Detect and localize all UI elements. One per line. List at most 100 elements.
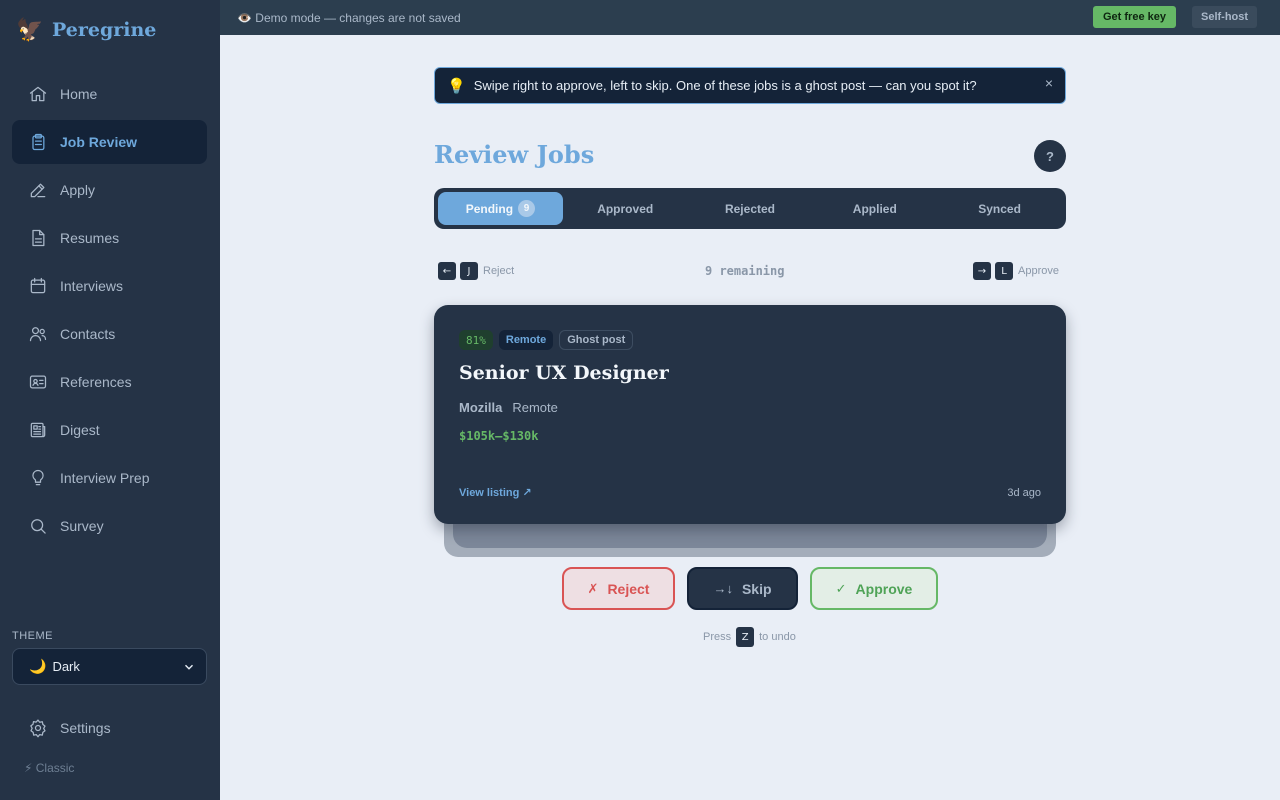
- job-card[interactable]: 81% Remote Ghost post Senior UX Designer…: [434, 305, 1066, 524]
- sidebar-item-label: Settings: [60, 720, 111, 736]
- sidebar-item-resumes[interactable]: Resumes: [12, 216, 207, 260]
- sidebar-item-label: Home: [60, 86, 98, 102]
- remaining-count: 9 remaining: [705, 264, 785, 278]
- chevron-down-icon: [182, 660, 196, 674]
- moon-icon: 🌙: [29, 658, 47, 674]
- sidebar-item-interview-prep[interactable]: Interview Prep: [12, 456, 207, 500]
- sidebar-item-label: Digest: [60, 422, 100, 438]
- check-icon: ✓: [835, 580, 847, 596]
- reject-button-label: Reject: [607, 580, 650, 597]
- tab-label: Applied: [852, 201, 897, 216]
- l-key: L: [995, 262, 1013, 280]
- lightbulb-icon: 💡: [447, 77, 466, 95]
- posted-time: 3d ago: [1007, 487, 1041, 499]
- tab-synced[interactable]: Synced: [937, 192, 1062, 225]
- sidebar-item-home[interactable]: Home: [12, 72, 207, 116]
- reject-button[interactable]: ✗ Reject: [562, 567, 675, 610]
- get-free-key-button[interactable]: Get free key: [1093, 6, 1176, 28]
- document-icon: [28, 228, 48, 248]
- job-location: Remote: [512, 400, 558, 415]
- sidebar-item-label: Job Review: [60, 134, 138, 150]
- demo-banner: 👁️ Demo mode — changes are not saved Get…: [220, 0, 1280, 35]
- page-title: Review Jobs: [434, 140, 595, 169]
- right-arrow-key: →: [973, 262, 991, 280]
- app-name: Peregrine: [52, 19, 157, 41]
- remote-badge: Remote: [498, 330, 554, 350]
- job-title: Senior UX Designer: [459, 362, 669, 384]
- classic-link[interactable]: ⚡ Classic: [24, 761, 74, 775]
- sidebar-item-label: Apply: [60, 182, 96, 198]
- pending-count-badge: 9: [518, 200, 536, 217]
- eagle-icon: 🦅: [16, 17, 44, 42]
- sidebar-item-apply[interactable]: Apply: [12, 168, 207, 212]
- theme-label: THEME: [12, 630, 53, 642]
- ghost-post-badge: Ghost post: [559, 330, 634, 350]
- users-icon: [28, 324, 48, 344]
- sidebar: 🦅 Peregrine Home Job Review Apply Resume…: [0, 0, 220, 800]
- reject-shortcut-label: Reject: [483, 265, 515, 277]
- tab-label: Rejected: [724, 201, 775, 216]
- sidebar-item-label: Survey: [60, 518, 104, 534]
- tab-label: Synced: [978, 201, 1021, 216]
- sidebar-nav: Home Job Review Apply Resumes Interviews…: [12, 72, 207, 552]
- job-meta: Mozilla Remote: [459, 400, 558, 415]
- pencil-icon: [28, 180, 48, 200]
- sidebar-item-references[interactable]: References: [12, 360, 207, 404]
- sidebar-item-label: Resumes: [60, 230, 120, 246]
- demo-mode-text: 👁️ Demo mode — changes are not saved: [237, 10, 461, 25]
- z-key: Z: [736, 627, 755, 647]
- sidebar-item-digest[interactable]: Digest: [12, 408, 207, 452]
- tab-approved[interactable]: Approved: [563, 192, 688, 225]
- tab-pending[interactable]: Pending 9: [438, 192, 563, 225]
- clipboard-icon: [28, 132, 48, 152]
- tab-label: Pending: [465, 201, 514, 216]
- sidebar-item-label: Interviews: [60, 278, 124, 294]
- search-icon: [28, 516, 48, 536]
- gear-icon: [28, 718, 48, 738]
- undo-prefix: Press: [703, 631, 732, 643]
- tab-applied[interactable]: Applied: [812, 192, 937, 225]
- undo-suffix: to undo: [759, 631, 796, 643]
- sidebar-item-contacts[interactable]: Contacts: [12, 312, 207, 356]
- sidebar-item-label: References: [60, 374, 132, 390]
- sidebar-item-settings[interactable]: Settings: [12, 706, 207, 750]
- help-button[interactable]: ?: [1034, 140, 1066, 172]
- job-salary: $105k–$130k: [459, 429, 539, 443]
- approve-shortcut-label: Approve: [1018, 265, 1059, 277]
- status-tabs: Pending 9 Approved Rejected Applied Sync…: [434, 188, 1066, 229]
- undo-hint: Press Z to undo: [703, 627, 796, 647]
- match-score-badge: 81%: [459, 330, 493, 350]
- approve-button[interactable]: ✓ Approve: [810, 567, 938, 610]
- home-icon: [28, 84, 48, 104]
- theme-select[interactable]: 🌙 Dark: [12, 648, 207, 685]
- close-icon[interactable]: ×: [1045, 75, 1053, 91]
- reject-shortcut-hint: ← J Reject: [438, 262, 514, 280]
- self-host-button[interactable]: Self-host: [1192, 6, 1258, 28]
- sidebar-item-interviews[interactable]: Interviews: [12, 264, 207, 308]
- x-icon: ✗: [587, 580, 599, 596]
- theme-value: Dark: [52, 659, 80, 674]
- tab-label: Approved: [597, 201, 654, 216]
- sidebar-item-survey[interactable]: Survey: [12, 504, 207, 548]
- hint-text: Swipe right to approve, left to skip. On…: [473, 78, 977, 93]
- job-company: Mozilla: [459, 400, 503, 415]
- job-badges: 81% Remote Ghost post: [459, 330, 639, 350]
- skip-arrow-icon: →↓: [713, 581, 733, 596]
- sidebar-item-job-review[interactable]: Job Review: [12, 120, 207, 164]
- lightbulb-icon: [28, 468, 48, 488]
- hint-banner: 💡 Swipe right to approve, left to skip. …: [434, 67, 1066, 104]
- sidebar-item-label: Interview Prep: [60, 470, 150, 486]
- skip-button[interactable]: →↓ Skip: [687, 567, 798, 610]
- approve-shortcut-hint: → L Approve: [973, 262, 1059, 280]
- tab-rejected[interactable]: Rejected: [688, 192, 813, 225]
- j-key: J: [460, 262, 478, 280]
- calendar-icon: [28, 276, 48, 296]
- sidebar-item-label: Contacts: [60, 326, 116, 342]
- brand[interactable]: 🦅 Peregrine: [16, 14, 156, 46]
- view-listing-link[interactable]: View listing ↗: [459, 486, 532, 499]
- id-card-icon: [28, 372, 48, 392]
- approve-button-label: Approve: [855, 580, 913, 597]
- newspaper-icon: [28, 420, 48, 440]
- skip-button-label: Skip: [741, 580, 772, 597]
- left-arrow-key: ←: [438, 262, 456, 280]
